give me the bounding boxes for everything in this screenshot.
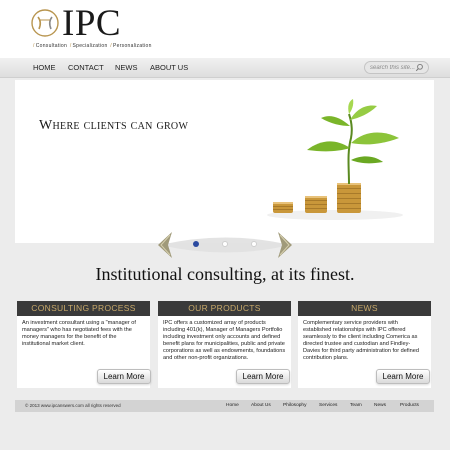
- search-input[interactable]: [370, 63, 416, 73]
- nav-item-about-us[interactable]: ABOUT US: [150, 63, 188, 72]
- column-title: NEWS: [298, 301, 431, 316]
- nav-item-contact[interactable]: CONTACT: [68, 63, 104, 72]
- main-nav: HOME CONTACT NEWS ABOUT US: [0, 58, 450, 78]
- tagline-item: Personalization: [112, 43, 152, 49]
- magnifier-icon[interactable]: [415, 63, 424, 72]
- column-body: An investment consultant using a "manage…: [22, 320, 136, 347]
- column-title: CONSULTING PROCESS: [17, 301, 150, 316]
- page-headline: Institutional consulting, at its finest.: [95, 264, 355, 284]
- sprouting-coins-illustration: [267, 99, 403, 220]
- footer-link-products[interactable]: Products: [400, 403, 419, 408]
- footer-link-team[interactable]: Team: [350, 403, 362, 408]
- hero-banner: Where clients can grow: [15, 80, 434, 243]
- brand-name[interactable]: IPC: [62, 4, 121, 44]
- column-our-products: OUR PRODUCTS IPC offers a customized arr…: [158, 301, 291, 388]
- column-body: IPC offers a customized array of product…: [163, 320, 286, 361]
- ipc-logo-icon[interactable]: [30, 8, 60, 38]
- column-body: Complementary service providers with est…: [303, 320, 419, 361]
- tagline-item: Specialization: [72, 43, 108, 49]
- brand-tagline: /Consultation /Specialization /Personali…: [33, 43, 152, 49]
- slider-dot[interactable]: [251, 241, 257, 247]
- tagline-item: Consultation: [35, 43, 68, 49]
- footer-link-philosophy[interactable]: Philosophy: [283, 403, 306, 408]
- chevron-right-icon[interactable]: [276, 230, 296, 260]
- nav-item-news[interactable]: NEWS: [115, 63, 138, 72]
- footer-link-home[interactable]: Home: [226, 403, 239, 408]
- learn-more-button[interactable]: Learn More: [236, 369, 290, 384]
- learn-more-button[interactable]: Learn More: [97, 369, 151, 384]
- site-header: IPC /Consultation /Specialization /Perso…: [0, 0, 450, 58]
- banner-title: Where clients can grow: [39, 118, 189, 133]
- copyright-text: © 2013 www.ipcanswers.com all rights res…: [25, 403, 121, 408]
- slider-dot[interactable]: [222, 241, 228, 247]
- nav-item-home[interactable]: HOME: [33, 63, 56, 72]
- column-title: OUR PRODUCTS: [158, 301, 291, 316]
- slider-dot-active[interactable]: [193, 241, 199, 247]
- site-footer: © 2013 www.ipcanswers.com all rights res…: [15, 400, 434, 412]
- footer-link-about-us[interactable]: About Us: [251, 403, 271, 408]
- search-box: [364, 61, 429, 74]
- footer-link-services[interactable]: Services: [319, 403, 337, 408]
- column-news: NEWS Complementary service providers wit…: [298, 301, 431, 388]
- chevron-left-icon[interactable]: [154, 230, 174, 260]
- footer-link-news[interactable]: News: [374, 403, 386, 408]
- column-consulting-process: CONSULTING PROCESS An investment consult…: [17, 301, 151, 388]
- learn-more-button[interactable]: Learn More: [376, 369, 430, 384]
